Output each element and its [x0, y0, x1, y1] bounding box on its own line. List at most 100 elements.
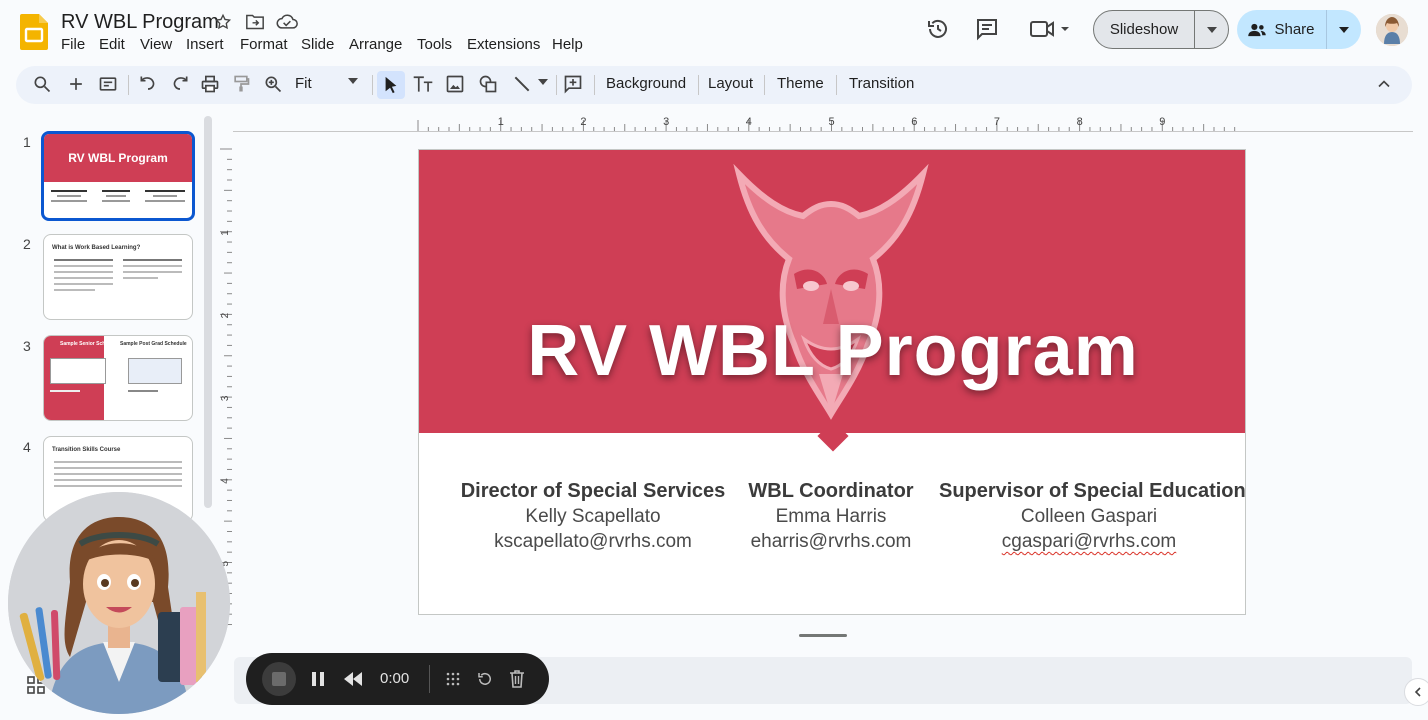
presenter-webcam-bubble[interactable] [8, 492, 230, 714]
slideshow-button[interactable]: Slideshow [1093, 10, 1229, 49]
recorder-divider [429, 665, 430, 693]
toolbar-divider [836, 75, 837, 95]
thumb-title: Sample Senior Schedule [60, 341, 119, 347]
ruler-label: 9 [1159, 116, 1165, 128]
thumb-title: Transition Skills Course [52, 447, 121, 453]
select-icon[interactable] [377, 71, 405, 99]
ruler-label: 8 [1077, 116, 1083, 128]
menu-file[interactable]: File [61, 36, 85, 53]
ruler-label: 5 [829, 116, 835, 128]
paint-format-icon[interactable] [231, 74, 253, 96]
toolbar: Fit Background Layout Theme Transition [16, 66, 1412, 104]
menu-tools[interactable]: Tools [417, 36, 452, 53]
menu-arrange[interactable]: Arrange [349, 36, 402, 53]
comments-icon[interactable] [975, 17, 999, 41]
ruler-label: 4 [220, 478, 231, 484]
slide-thumbnail-3[interactable]: Sample Senior Schedule Sample Post Grad … [43, 335, 193, 421]
cloud-saved-icon[interactable] [276, 12, 298, 32]
menu-edit[interactable]: Edit [99, 36, 125, 53]
shape-icon[interactable] [478, 74, 500, 96]
new-slide-icon[interactable] [98, 74, 120, 96]
share-main[interactable]: Share [1237, 10, 1327, 49]
undo-icon[interactable] [138, 74, 160, 96]
restart-icon[interactable] [475, 669, 495, 689]
menu-help[interactable]: Help [552, 36, 583, 53]
ruler-label: 2 [220, 312, 231, 318]
background-button[interactable]: Background [606, 75, 686, 92]
image-icon[interactable] [445, 74, 467, 96]
toolbar-divider [764, 75, 765, 95]
contact-coordinator[interactable]: WBL Coordinator Emma Harris eharris@rvrh… [735, 480, 927, 553]
user-avatar[interactable] [1376, 14, 1408, 46]
version-history-icon[interactable] [926, 17, 950, 41]
zoom-select[interactable]: Fit [295, 75, 312, 92]
delete-icon[interactable] [507, 669, 527, 689]
menu-slide[interactable]: Slide [301, 36, 334, 53]
slide-thumbnail-2[interactable]: What is Work Based Learning? [43, 234, 193, 320]
star-icon[interactable] [213, 12, 233, 32]
thumb-title: RV WBL Program [68, 151, 168, 165]
redo-icon[interactable] [170, 74, 192, 96]
ruler-label: 3 [663, 116, 669, 128]
layout-button[interactable]: Layout [708, 75, 753, 92]
slides-logo-icon[interactable] [20, 14, 48, 50]
line-dropdown-icon[interactable] [538, 79, 550, 91]
contact-email: cgaspari@rvrhs.com [1001, 531, 1177, 552]
line-icon[interactable] [512, 74, 534, 96]
filmstrip-scrollbar[interactable] [204, 116, 212, 508]
ruler-label: 3 [220, 395, 231, 401]
toolbar-divider [698, 75, 699, 95]
ruler-label: 1 [220, 230, 231, 236]
stop-record-icon[interactable] [262, 662, 296, 696]
thumb-title-2: Sample Post Grad Schedule [120, 341, 187, 347]
rewind-icon[interactable] [342, 669, 364, 689]
contact-role: WBL Coordinator [748, 480, 914, 502]
print-icon[interactable] [200, 74, 222, 96]
contact-supervisor[interactable]: Supervisor of Special Education Colleen … [939, 480, 1246, 553]
theme-button[interactable]: Theme [777, 75, 824, 92]
contact-email: eharris@rvrhs.com [750, 531, 912, 552]
collapse-icon[interactable] [1374, 74, 1396, 96]
slide-thumbnail-1[interactable]: RV WBL Program [41, 131, 195, 221]
slide-number: 4 [23, 439, 31, 455]
transition-button[interactable]: Transition [849, 75, 914, 92]
side-panel-toggle-icon[interactable] [1404, 678, 1428, 706]
slide-number: 2 [23, 236, 31, 252]
drag-handle-icon[interactable] [443, 669, 463, 689]
text-box-icon[interactable] [412, 74, 434, 96]
menu-format[interactable]: Format [240, 36, 288, 53]
share-dropdown-icon[interactable] [1327, 10, 1361, 49]
zoom-icon[interactable] [263, 74, 285, 96]
slide-canvas[interactable]: RV WBL Program Director of Special Servi… [418, 149, 1246, 615]
contact-name: Emma Harris [775, 506, 887, 527]
contact-name: Colleen Gaspari [1020, 506, 1158, 527]
move-folder-icon[interactable] [244, 12, 266, 32]
slideshow-dropdown-icon[interactable] [1195, 11, 1228, 48]
search-icon[interactable] [32, 74, 54, 96]
document-title[interactable]: RV WBL Program [61, 11, 219, 34]
menu-extensions[interactable]: Extensions [467, 36, 540, 53]
menu-view[interactable]: View [140, 36, 172, 53]
comment-add-icon[interactable] [563, 74, 585, 96]
share-button[interactable]: Share [1237, 10, 1361, 49]
record-timer: 0:00 [380, 670, 410, 687]
notes-resize-handle[interactable] [799, 634, 847, 637]
toolbar-divider [594, 75, 595, 95]
zoom-dropdown-icon[interactable] [348, 78, 360, 90]
menu-insert[interactable]: Insert [186, 36, 224, 53]
meet-camera-icon[interactable] [1028, 17, 1074, 41]
ruler-label: 6 [911, 116, 917, 128]
add-icon[interactable] [66, 74, 88, 96]
toolbar-divider [372, 75, 373, 95]
toolbar-divider [128, 75, 129, 95]
people-icon [1248, 23, 1267, 37]
slideshow-label[interactable]: Slideshow [1094, 11, 1195, 48]
pause-icon[interactable] [308, 669, 328, 689]
ruler-label: 2 [580, 116, 586, 128]
toolbar-divider [556, 75, 557, 95]
contact-name: Kelly Scapellato [525, 506, 661, 527]
contact-director[interactable]: Director of Special Services Kelly Scape… [459, 480, 727, 553]
contact-role: Supervisor of Special Education [939, 480, 1246, 502]
contact-email: kscapellato@rvrhs.com [494, 531, 692, 552]
slide-title[interactable]: RV WBL Program [419, 310, 1245, 392]
